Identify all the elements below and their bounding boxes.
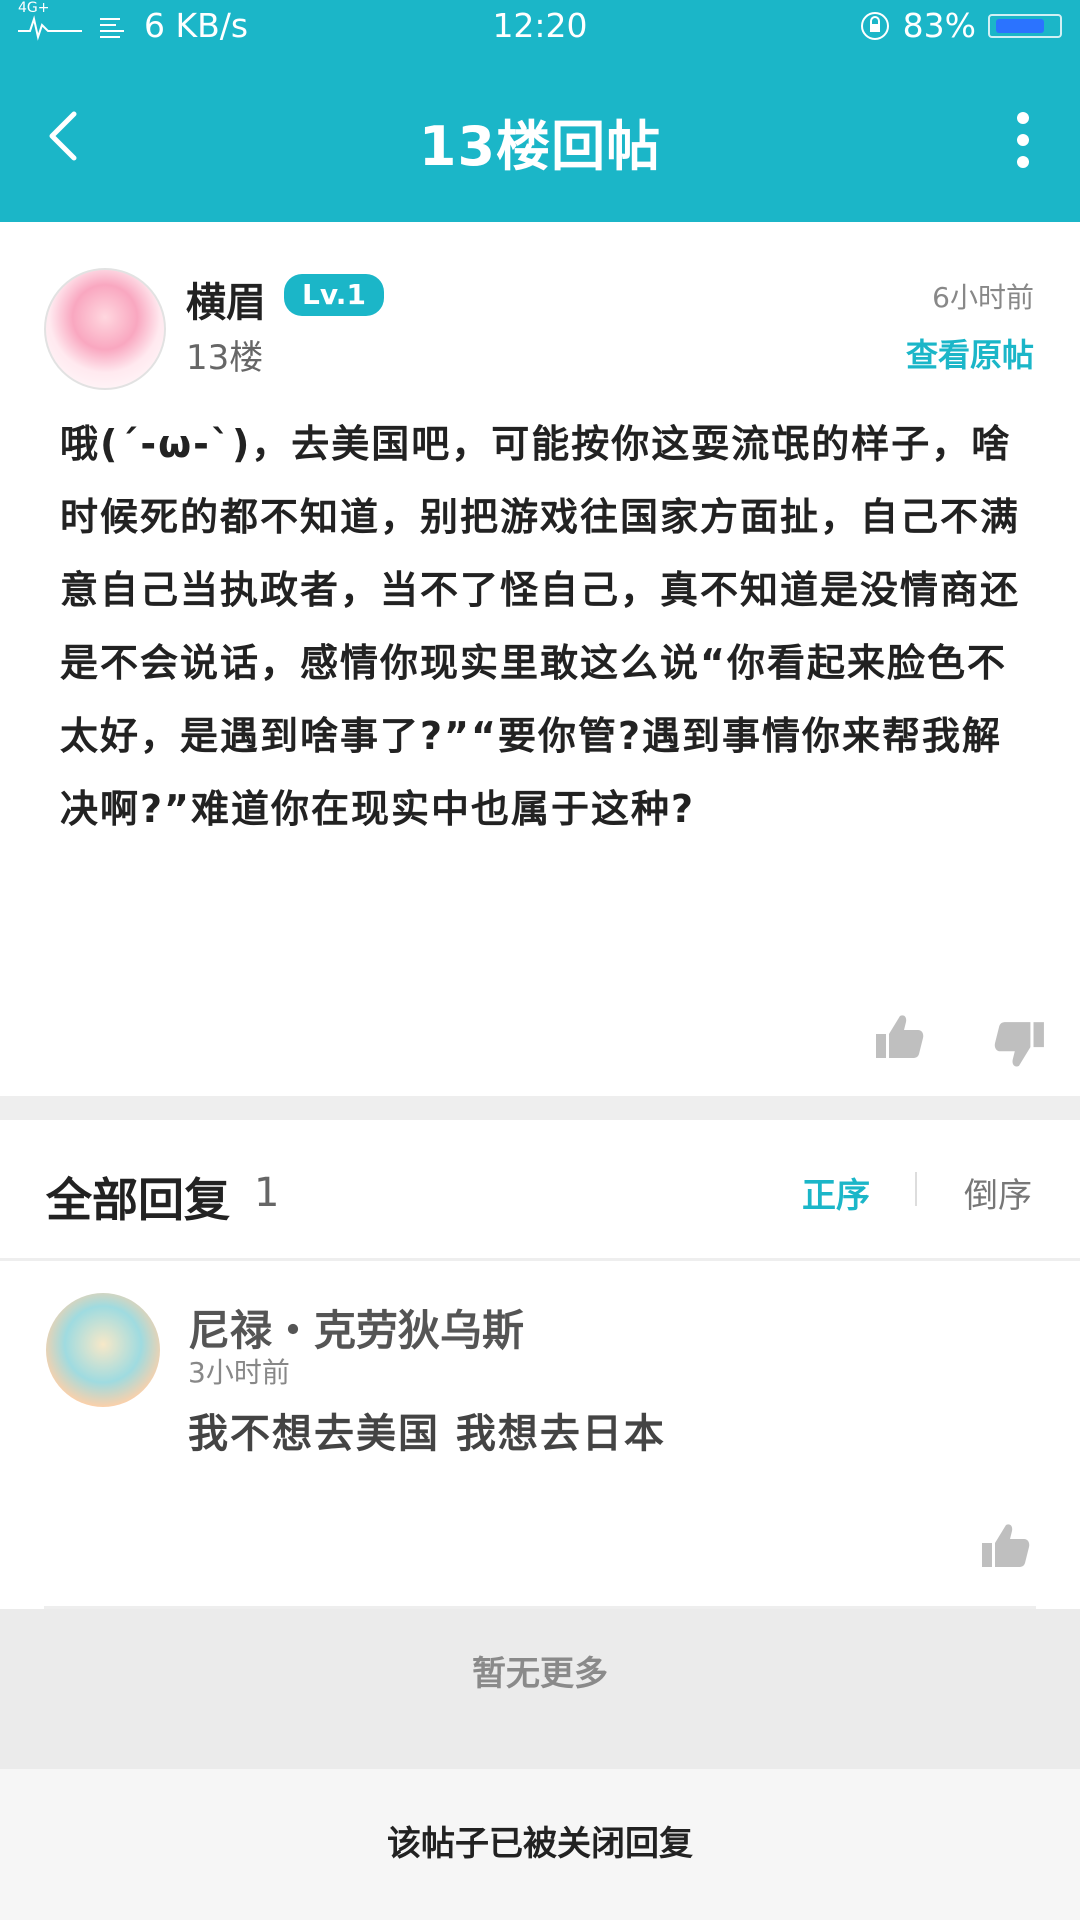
level-badge: Lv.1: [284, 274, 384, 316]
post-username[interactable]: 横眉: [186, 270, 266, 328]
thumbs-up-icon[interactable]: [874, 1012, 924, 1062]
reply-text: 我不想去美国 我想去日本: [188, 1411, 666, 1457]
avatar[interactable]: [46, 1293, 160, 1407]
more-vertical-icon[interactable]: [1014, 112, 1032, 168]
post-content: 哦(´-ω-`)，去美国吧，可能按你这耍流氓的样子，啥时候死的都不知道，别把游戏…: [60, 422, 1021, 831]
replies-closed-notice: 该帖子已被关闭回复: [0, 1769, 1080, 1920]
status-right: 83%: [859, 6, 1062, 45]
post-time: 6小时前: [932, 281, 1034, 314]
original-post: 横眉 Lv.1 13楼 6小时前 查看原帖 哦(´-ω-`)，去美国吧，可能按你…: [0, 222, 1080, 1096]
thumbs-up-icon[interactable]: [980, 1521, 1030, 1571]
page-title: 13楼回帖: [418, 115, 662, 178]
avatar[interactable]: [44, 268, 166, 390]
thumbs-down-icon[interactable]: [994, 1018, 1046, 1070]
top-bar: 4G+ 6 KB/s 12:20 83% 13楼回帖: [0, 0, 1080, 222]
view-original-link[interactable]: 查看原帖: [906, 330, 1034, 376]
sort-ascending-button[interactable]: 正序: [802, 1168, 870, 1217]
reply-username[interactable]: 尼禄・克劳狄乌斯: [188, 1297, 524, 1358]
status-bar: 4G+ 6 KB/s 12:20 83%: [0, 0, 1080, 54]
sort-descending-button[interactable]: 倒序: [964, 1168, 1032, 1217]
floor-number: 13楼: [186, 338, 264, 378]
replies-count: 1: [254, 1170, 280, 1216]
navigation-bar: 13楼回帖: [0, 54, 1080, 222]
battery-fill: [996, 18, 1044, 33]
section-gap: [0, 1096, 1080, 1120]
rotation-lock-icon: [860, 11, 889, 40]
no-more-text: 暂无更多: [0, 1609, 1080, 1769]
battery-percent: 83%: [902, 6, 976, 45]
list-item: 尼禄・克劳狄乌斯 3小时前 我不想去美国 我想去日本: [0, 1261, 1080, 1609]
replies-header: 全部回复 1 正序 倒序: [0, 1120, 1080, 1258]
replies-title: 全部回复: [46, 1173, 230, 1227]
sort-divider: [915, 1172, 917, 1206]
reply-time: 3小时前: [188, 1356, 290, 1389]
battery-icon: [988, 13, 1062, 38]
